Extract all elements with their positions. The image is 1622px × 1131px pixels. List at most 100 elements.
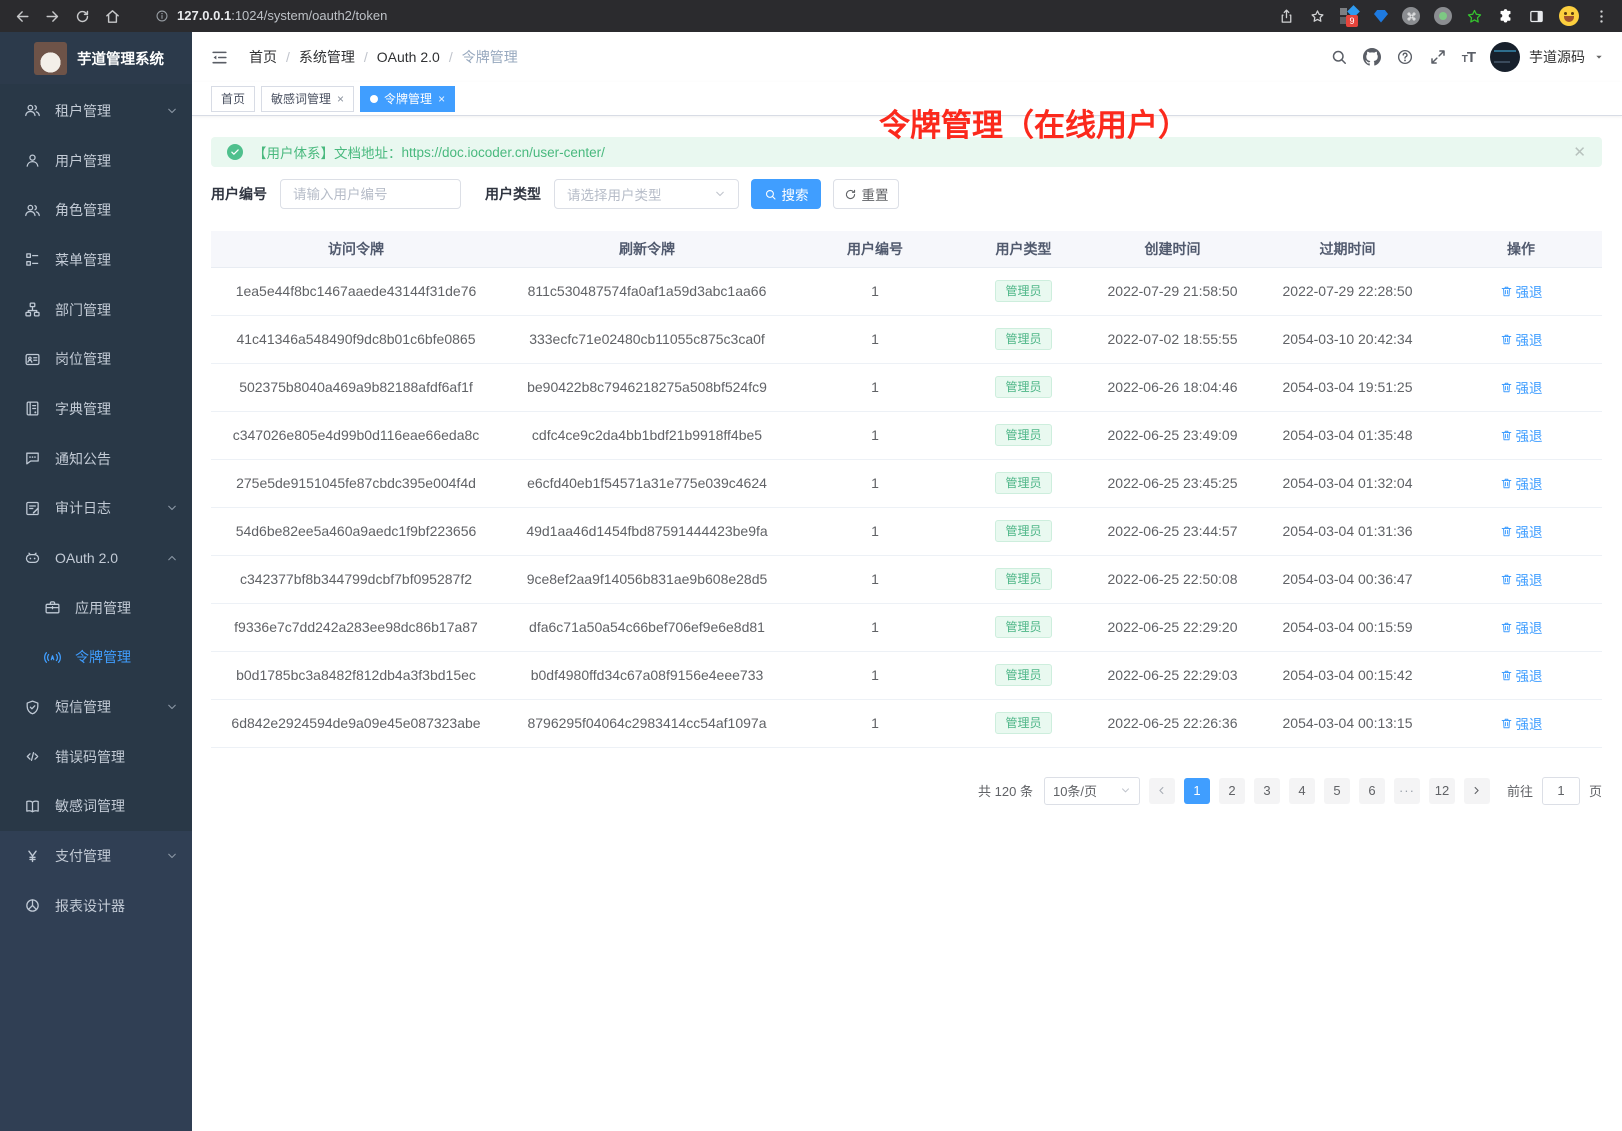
prev-page-button[interactable] bbox=[1149, 778, 1175, 804]
sidebar-item-post[interactable]: 岗位管理 bbox=[0, 334, 192, 384]
force-logout-button[interactable]: 强退 bbox=[1500, 713, 1543, 733]
goto-page-input[interactable] bbox=[1542, 777, 1580, 805]
sidebar-item-oauth2-app[interactable]: 应用管理 bbox=[0, 583, 192, 633]
sidebar-item-menu[interactable]: 菜单管理 bbox=[0, 235, 192, 285]
tab-label: 令牌管理 bbox=[384, 90, 432, 107]
user-id-input[interactable] bbox=[280, 179, 461, 209]
cell-expire-time: 2054-03-04 01:32:04 bbox=[1255, 459, 1440, 507]
sidebar-item-tenant[interactable]: 租户管理 bbox=[0, 86, 192, 136]
extension-recorder-icon[interactable] bbox=[1434, 7, 1452, 25]
sidebar-item-sensitive-word[interactable]: 敏感词管理 bbox=[0, 782, 192, 832]
bookmark-star-icon[interactable] bbox=[1309, 8, 1326, 25]
sidebar-item-error-code[interactable]: 错误码管理 bbox=[0, 732, 192, 782]
sidebar-item-dict[interactable]: 字典管理 bbox=[0, 384, 192, 434]
github-icon[interactable] bbox=[1363, 48, 1381, 66]
cell-user-id: 1 bbox=[793, 315, 957, 363]
force-logout-button[interactable]: 强退 bbox=[1500, 665, 1543, 685]
page-button-2[interactable]: 2 bbox=[1219, 778, 1245, 804]
sidebar-item-label: 通知公告 bbox=[55, 449, 111, 469]
extension-tab-manager-icon[interactable]: 9 bbox=[1340, 7, 1360, 25]
cell-refresh-token: cdfc4ce9c2da4bb1bdf21b9918ff4be5 bbox=[501, 411, 793, 459]
user-caret-icon[interactable] bbox=[1594, 52, 1604, 62]
user-name[interactable]: 芋道源码 bbox=[1529, 47, 1585, 67]
browser-menu-icon[interactable] bbox=[1593, 8, 1610, 25]
alert-doc-link[interactable]: https://doc.iocoder.cn/user-center/ bbox=[402, 145, 605, 160]
browser-forward-icon[interactable] bbox=[44, 8, 61, 25]
extension-gem-icon[interactable] bbox=[1374, 10, 1388, 23]
trash-icon bbox=[1500, 717, 1513, 730]
cell-user-id: 1 bbox=[793, 699, 957, 747]
page-button-5[interactable]: 5 bbox=[1324, 778, 1350, 804]
sidebar-item-oauth2-token[interactable]: 令牌管理 bbox=[0, 633, 192, 683]
user-type-badge: 管理员 bbox=[995, 568, 1051, 590]
browser-reload-icon[interactable] bbox=[74, 8, 91, 25]
force-logout-button[interactable]: 强退 bbox=[1500, 281, 1543, 301]
browser-back-icon[interactable] bbox=[14, 8, 31, 25]
page-info-icon[interactable] bbox=[155, 9, 169, 23]
sidebar-item-report-designer[interactable]: 报表设计器 bbox=[0, 881, 192, 931]
user-icon bbox=[24, 152, 41, 169]
trash-icon bbox=[1500, 429, 1513, 442]
force-logout-button[interactable]: 强退 bbox=[1500, 569, 1543, 589]
address-bar[interactable]: 127.0.0.1:1024/system/oauth2/token bbox=[149, 2, 1149, 30]
table-row: 41c41346a548490f9dc8b01c6bfe0865333ecfc7… bbox=[211, 315, 1602, 363]
extensions-puzzle-icon[interactable] bbox=[1497, 8, 1514, 25]
reset-button[interactable]: 重置 bbox=[833, 179, 899, 209]
sidebar-item-oauth2[interactable]: OAuth 2.0 bbox=[0, 533, 192, 583]
page-button-12[interactable]: 12 bbox=[1429, 778, 1455, 804]
tab-令牌管理[interactable]: 令牌管理 × bbox=[360, 86, 455, 112]
sidebar-item-dept[interactable]: 部门管理 bbox=[0, 285, 192, 335]
code-icon bbox=[24, 748, 41, 765]
browser-profile-avatar[interactable] bbox=[1559, 6, 1579, 26]
alert-close-icon[interactable]: ✕ bbox=[1573, 143, 1586, 161]
dict-icon bbox=[24, 400, 41, 417]
breadcrumb-item-1[interactable]: 首页 bbox=[249, 47, 277, 67]
cell-access-token: 6d842e2924594de9a09e45e087323abe bbox=[211, 699, 501, 747]
tab-敏感词管理[interactable]: 敏感词管理× bbox=[261, 86, 354, 112]
tab-close-icon[interactable]: × bbox=[337, 92, 344, 106]
side-panel-icon[interactable] bbox=[1528, 8, 1545, 25]
page-button-3[interactable]: 3 bbox=[1254, 778, 1280, 804]
sidebar-item-pay[interactable]: 支付管理 bbox=[0, 831, 192, 881]
page-button-1[interactable]: 1 bbox=[1184, 778, 1210, 804]
cell-created-time: 2022-06-25 23:45:25 bbox=[1090, 459, 1255, 507]
search-button[interactable]: 搜索 bbox=[751, 179, 821, 209]
search-icon[interactable] bbox=[1330, 48, 1348, 66]
force-logout-button[interactable]: 强退 bbox=[1500, 617, 1543, 637]
force-logout-label: 强退 bbox=[1516, 377, 1543, 397]
force-logout-button[interactable]: 强退 bbox=[1500, 473, 1543, 493]
force-logout-label: 强退 bbox=[1516, 713, 1543, 733]
pager-more-button[interactable]: ··· bbox=[1394, 778, 1420, 804]
extension-command-icon[interactable] bbox=[1402, 7, 1420, 25]
next-page-button[interactable] bbox=[1464, 778, 1490, 804]
fullscreen-icon[interactable] bbox=[1429, 48, 1447, 66]
extension-green-star-icon[interactable] bbox=[1466, 8, 1483, 25]
force-logout-button[interactable]: 强退 bbox=[1500, 329, 1543, 349]
sidebar-item-sms[interactable]: 短信管理 bbox=[0, 682, 192, 732]
force-logout-button[interactable]: 强退 bbox=[1500, 377, 1543, 397]
page-size-select[interactable]: 10条/页 bbox=[1044, 777, 1140, 805]
tab-首页[interactable]: 首页 bbox=[211, 86, 255, 112]
force-logout-button[interactable]: 强退 bbox=[1500, 425, 1543, 445]
browser-home-icon[interactable] bbox=[104, 8, 121, 25]
font-size-icon[interactable]: TT bbox=[1462, 49, 1475, 66]
share-icon[interactable] bbox=[1278, 8, 1295, 25]
page-button-6[interactable]: 6 bbox=[1359, 778, 1385, 804]
tab-close-icon[interactable]: × bbox=[438, 92, 445, 106]
sidebar-fold-icon[interactable] bbox=[210, 48, 229, 67]
user-avatar[interactable] bbox=[1490, 42, 1520, 72]
breadcrumb-item-3[interactable]: OAuth 2.0 bbox=[377, 49, 440, 65]
page-button-4[interactable]: 4 bbox=[1289, 778, 1315, 804]
help-icon[interactable] bbox=[1396, 48, 1414, 66]
column-header: 创建时间 bbox=[1090, 231, 1255, 267]
sidebar-item-notice[interactable]: 通知公告 bbox=[0, 434, 192, 484]
user-type-select[interactable]: 请选择用户类型 bbox=[554, 179, 739, 209]
force-logout-button[interactable]: 强退 bbox=[1500, 521, 1543, 541]
sidebar-item-audit-log[interactable]: 审计日志 bbox=[0, 484, 192, 534]
tab-active-dot bbox=[370, 95, 378, 103]
sidebar-item-user[interactable]: 用户管理 bbox=[0, 136, 192, 186]
cell-user-type: 管理员 bbox=[957, 459, 1090, 507]
column-header: 刷新令牌 bbox=[501, 231, 793, 267]
breadcrumb-item-2[interactable]: 系统管理 bbox=[299, 47, 355, 67]
sidebar-item-role[interactable]: 角色管理 bbox=[0, 185, 192, 235]
